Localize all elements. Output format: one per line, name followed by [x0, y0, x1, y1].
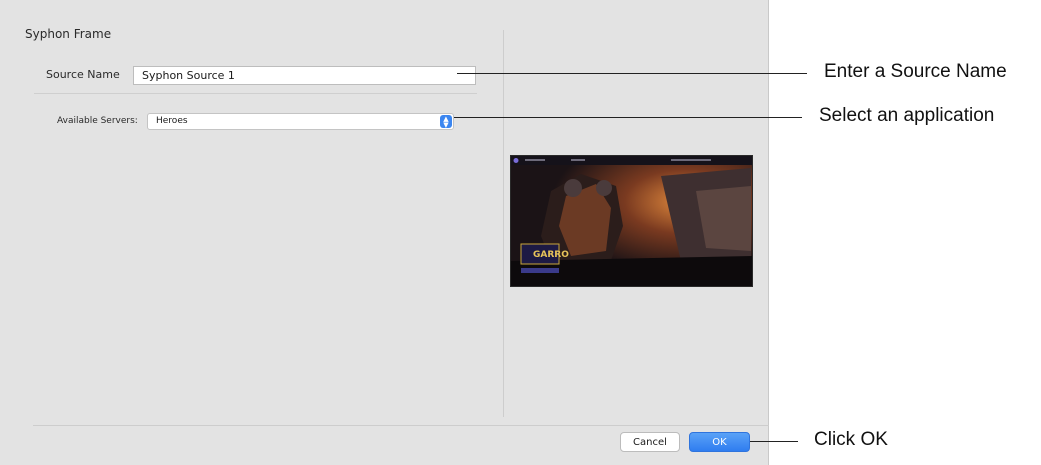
source-name-label: Source Name [46, 68, 120, 81]
available-servers-label: Available Servers: [57, 116, 138, 126]
section-title: Syphon Frame [25, 27, 112, 41]
vertical-divider [503, 30, 504, 417]
callout-ok: Click OK [814, 429, 888, 450]
callout-source-name: Enter a Source Name [824, 61, 1007, 82]
syphon-frame-dialog: Syphon Frame Source Name Available Serve… [0, 0, 769, 465]
up-down-chevron-icon[interactable]: ▲ ▼ [440, 115, 452, 128]
source-name-input[interactable] [133, 66, 476, 85]
bottom-divider [33, 425, 769, 426]
divider [34, 93, 477, 94]
callout-line-ok [750, 441, 798, 442]
game-preview-thumbnail: GARRO [511, 156, 752, 286]
callout-line-source-name [457, 73, 807, 74]
callout-line-servers [454, 117, 802, 118]
preview-logo-text: GARRO [533, 250, 569, 260]
cancel-button[interactable]: Cancel [620, 432, 680, 452]
available-servers-select[interactable]: Heroes ▲ ▼ [147, 113, 454, 130]
ok-button[interactable]: OK [689, 432, 750, 452]
server-preview-image: GARRO [510, 155, 753, 287]
callout-servers: Select an application [819, 105, 995, 126]
available-servers-value: Heroes [156, 116, 188, 126]
